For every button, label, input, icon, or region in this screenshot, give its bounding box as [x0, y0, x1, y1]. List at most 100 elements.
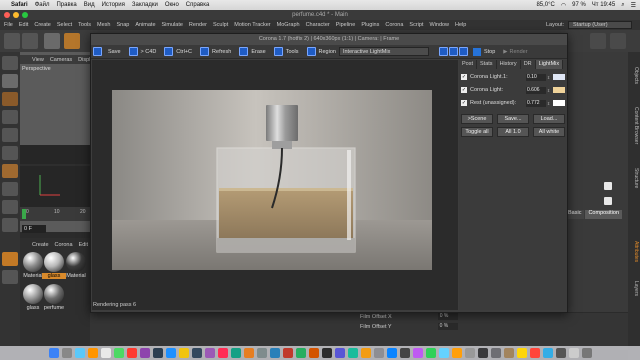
vfb-save-button[interactable]: Save	[93, 47, 121, 56]
dock-app-icon[interactable]	[100, 348, 111, 358]
move-icon[interactable]	[64, 33, 80, 49]
c4d-menu-item[interactable]: Sculpt	[213, 22, 228, 28]
dock-app-icon[interactable]	[113, 348, 124, 358]
material-name[interactable]: Material	[64, 273, 88, 279]
material-name[interactable]: perfume	[42, 305, 66, 311]
dock-app-icon[interactable]	[464, 348, 475, 358]
dock-app-icon[interactable]	[568, 348, 579, 358]
material-ball[interactable]	[66, 252, 86, 272]
c4d-menu-item[interactable]: Snap	[116, 22, 129, 28]
lightmix-all-white-button[interactable]: All white	[533, 127, 565, 137]
menu-help[interactable]: Справка	[186, 2, 210, 8]
light-color-swatch[interactable]	[553, 74, 565, 80]
c4d-menu-item[interactable]: Motion Tracker	[234, 22, 270, 28]
redo-icon[interactable]	[22, 33, 38, 49]
dock-app-icon[interactable]	[217, 348, 228, 358]
checker-icon[interactable]	[2, 92, 18, 106]
dock-app-icon[interactable]	[399, 348, 410, 358]
zoom-icon[interactable]	[22, 12, 28, 18]
model-mode-icon[interactable]	[2, 56, 18, 70]
dock-app-icon[interactable]	[373, 348, 384, 358]
dock-app-icon[interactable]	[581, 348, 592, 358]
dock-app-icon[interactable]	[256, 348, 267, 358]
c4d-menu-item[interactable]: Edit	[19, 22, 28, 28]
c4d-menu-item[interactable]: Tools	[78, 22, 91, 28]
spinner-icon[interactable]: ⇕	[546, 88, 551, 93]
material-ball[interactable]	[44, 252, 64, 272]
dock-app-icon[interactable]	[347, 348, 358, 358]
region-dropdown[interactable]: Interactive LightMix	[338, 47, 429, 56]
c4d-menu-item[interactable]: Character	[306, 22, 330, 28]
close-icon[interactable]	[4, 12, 10, 18]
dock-app-icon[interactable]	[529, 348, 540, 358]
lightmix-all-one-button[interactable]: All 1.0	[497, 127, 529, 137]
menu-list-icon[interactable]: ☰	[631, 2, 636, 9]
select-icon[interactable]	[44, 33, 60, 49]
menu-bookmarks[interactable]: Закладки	[132, 2, 158, 8]
dock-app-icon[interactable]	[477, 348, 488, 358]
edges-mode-icon[interactable]	[2, 128, 18, 142]
menu-history[interactable]: История	[102, 2, 125, 8]
checkbox-icon[interactable]: ✓	[461, 100, 467, 106]
vfb-panel-tab[interactable]: DR	[521, 60, 536, 69]
tab-objects[interactable]: Objects	[629, 56, 639, 94]
dock-app-icon[interactable]	[165, 348, 176, 358]
vfb-panel-tab[interactable]: Post	[459, 60, 478, 69]
dock-app-icon[interactable]	[425, 348, 436, 358]
dock-app-icon[interactable]	[542, 348, 553, 358]
dock-app-icon[interactable]	[178, 348, 189, 358]
dock-app-icon[interactable]	[386, 348, 397, 358]
texture-mode-icon[interactable]	[2, 74, 18, 88]
c4d-menu-item[interactable]: Pipeline	[336, 22, 356, 28]
search-icon[interactable]: ⌕	[621, 2, 624, 9]
dock-app-icon[interactable]	[412, 348, 423, 358]
menu-edit[interactable]: Правка	[56, 2, 76, 8]
render-image[interactable]	[112, 90, 432, 270]
vfb-copy-button[interactable]: Ctrl+C	[164, 47, 192, 56]
material-menu-edit[interactable]: Edit	[79, 242, 88, 248]
snap-icon[interactable]	[2, 200, 18, 214]
vfb-image-area[interactable]: Rendering pass 6	[92, 60, 458, 310]
undo-icon[interactable]	[4, 33, 20, 49]
dock-app-icon[interactable]	[74, 348, 85, 358]
menu-view[interactable]: Вид	[84, 2, 95, 8]
dock-app-icon[interactable]	[48, 348, 59, 358]
dock-app-icon[interactable]	[269, 348, 280, 358]
material-name[interactable]: glass	[42, 273, 66, 279]
light-intensity-field[interactable]: 0.10	[526, 73, 546, 81]
c4d-menu-item[interactable]: Render	[189, 22, 207, 28]
panel-icon[interactable]	[590, 33, 606, 49]
light-color-swatch[interactable]	[553, 100, 565, 106]
dock-app-icon[interactable]	[308, 348, 319, 358]
dock-app-icon[interactable]	[451, 348, 462, 358]
viewport-menu-view[interactable]: View	[32, 57, 44, 63]
grid-icon[interactable]	[2, 270, 18, 284]
tab-layers[interactable]: Layers	[629, 274, 639, 304]
checkbox-icon[interactable]: ✓	[461, 74, 467, 80]
minimize-icon[interactable]	[13, 12, 19, 18]
spinner-icon[interactable]: ⇕	[546, 101, 551, 106]
menu-file[interactable]: Файл	[35, 2, 50, 8]
polygons-mode-icon[interactable]	[2, 146, 18, 160]
vfb-panel-tab[interactable]: History	[497, 60, 521, 69]
dock-app-icon[interactable]	[152, 348, 163, 358]
dock-app-icon[interactable]	[516, 348, 527, 358]
vfb-refresh-button[interactable]: Refresh	[200, 47, 231, 56]
dock-app-icon[interactable]	[321, 348, 332, 358]
c4d-menu-item[interactable]: Help	[455, 22, 466, 28]
lightmix-save-button[interactable]: Save...	[497, 114, 529, 124]
attr-field[interactable]: 0 %	[437, 313, 458, 320]
dock-app-icon[interactable]	[360, 348, 371, 358]
material-ball[interactable]	[23, 252, 43, 272]
light-color-swatch[interactable]	[553, 87, 565, 93]
menu-safari[interactable]: Safari	[11, 2, 28, 8]
tag-icon[interactable]	[604, 197, 612, 205]
light-intensity-field[interactable]: 0.772	[526, 99, 546, 107]
dock-app-icon[interactable]	[503, 348, 514, 358]
material-menu-corona[interactable]: Corona	[55, 242, 73, 248]
material-ball[interactable]	[44, 284, 64, 304]
vfb-panel-tab[interactable]: Stats	[477, 60, 497, 69]
tab-content-browser[interactable]: Content Browser	[629, 96, 639, 156]
c4d-menu-item[interactable]: Simulate	[162, 22, 183, 28]
tab-structure[interactable]: Structure	[629, 158, 639, 198]
